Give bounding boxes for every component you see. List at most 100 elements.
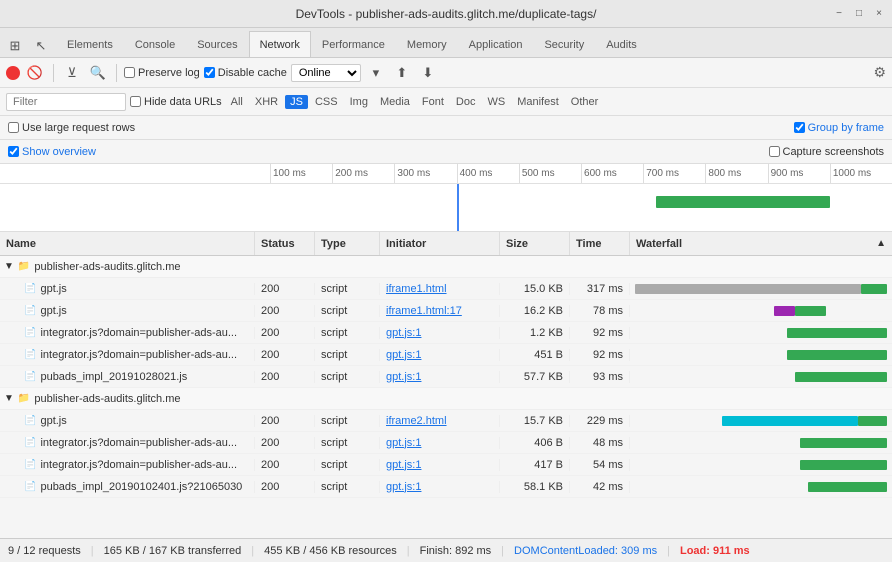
filter-all[interactable]: All (226, 95, 248, 109)
search-icon[interactable]: 🔍 (87, 62, 109, 84)
tab-security[interactable]: Security (533, 31, 595, 57)
filter-font[interactable]: Font (417, 95, 449, 109)
filter-ws[interactable]: WS (482, 95, 510, 109)
td-type: script (315, 371, 380, 383)
import-icon[interactable]: ⬆ (391, 62, 413, 84)
throttle-select[interactable]: Online Fast 3G Slow 3G Offline (291, 64, 361, 82)
tab-elements[interactable]: Elements (56, 31, 124, 57)
minimize-button[interactable]: − (832, 7, 846, 21)
filter-other[interactable]: Other (566, 95, 604, 109)
table-row[interactable]: 📄 pubads_impl_20191028021.js 200 script … (0, 366, 892, 388)
disable-cache-checkbox[interactable] (204, 67, 215, 78)
table-row[interactable]: 📄 integrator.js?domain=publisher-ads-au.… (0, 454, 892, 476)
file-icon: 📄 (24, 481, 36, 492)
td-initiator[interactable]: iframe1.html:17 (380, 305, 500, 317)
table-row[interactable]: 📄 integrator.js?domain=publisher-ads-au.… (0, 344, 892, 366)
filter-xhr[interactable]: XHR (250, 95, 283, 109)
td-initiator[interactable]: iframe2.html (380, 415, 500, 427)
large-rows-label[interactable]: Use large request rows (8, 122, 135, 134)
tab-application[interactable]: Application (458, 31, 534, 57)
tab-console[interactable]: Console (124, 31, 186, 57)
filter-input[interactable] (6, 93, 126, 111)
timeline-ruler: 100 ms 200 ms 300 ms 400 ms 500 ms 600 m… (0, 164, 892, 184)
filter-icon[interactable]: ⊻ (61, 62, 83, 84)
tab-audits[interactable]: Audits (595, 31, 648, 57)
preserve-log-label[interactable]: Preserve log (124, 67, 200, 79)
th-status[interactable]: Status (255, 232, 315, 255)
table-row[interactable]: 📄 gpt.js 200 script iframe2.html 15.7 KB… (0, 410, 892, 432)
th-initiator[interactable]: Initiator (380, 232, 500, 255)
filter-img[interactable]: Img (345, 95, 373, 109)
large-rows-text: Use large request rows (22, 122, 135, 134)
large-rows-checkbox[interactable] (8, 122, 19, 133)
ruler-spacer (0, 164, 270, 183)
filter-doc[interactable]: Doc (451, 95, 481, 109)
hide-data-urls-checkbox[interactable] (130, 96, 141, 107)
td-initiator[interactable]: gpt.js:1 (380, 459, 500, 471)
table-row[interactable]: 📄 integrator.js?domain=publisher-ads-au.… (0, 322, 892, 344)
td-status: 200 (255, 437, 315, 449)
export-icon[interactable]: ⬇ (417, 62, 439, 84)
group-header-1[interactable]: ▼ 📁 publisher-ads-audits.glitch.me (0, 256, 892, 278)
table-scroll[interactable]: ▼ 📁 publisher-ads-audits.glitch.me 📄 gpt… (0, 256, 892, 538)
disable-cache-label[interactable]: Disable cache (204, 67, 287, 79)
capture-screenshots-checkbox[interactable] (769, 146, 780, 157)
td-initiator[interactable]: gpt.js:1 (380, 327, 500, 339)
record-button[interactable] (6, 66, 20, 80)
hide-data-urls-label[interactable]: Hide data URLs (130, 96, 222, 108)
inspect-icon[interactable]: ↖ (30, 35, 52, 57)
td-initiator[interactable]: gpt.js:1 (380, 371, 500, 383)
tab-performance[interactable]: Performance (311, 31, 396, 57)
filter-css[interactable]: CSS (310, 95, 343, 109)
ruler-label: 100 ms (270, 164, 332, 183)
td-initiator[interactable]: gpt.js:1 (380, 349, 500, 361)
show-overview-label[interactable]: Show overview (8, 146, 96, 158)
group-by-frame-label[interactable]: Group by frame (794, 122, 884, 134)
ruler-label: 900 ms (768, 164, 830, 183)
filter-media[interactable]: Media (375, 95, 415, 109)
filter-manifest[interactable]: Manifest (512, 95, 564, 109)
tab-network[interactable]: Network (249, 31, 311, 57)
table-row[interactable]: 📄 gpt.js 200 script iframe1.html 15.0 KB… (0, 278, 892, 300)
td-initiator[interactable]: iframe1.html (380, 283, 500, 295)
maximize-button[interactable]: □ (852, 7, 866, 21)
td-time: 229 ms (570, 415, 630, 427)
th-type[interactable]: Type (315, 232, 380, 255)
td-initiator[interactable]: gpt.js:1 (380, 481, 500, 493)
table-row[interactable]: 📄 pubads_impl_20190102401.js?21065030 20… (0, 476, 892, 498)
td-status: 200 (255, 305, 315, 317)
td-initiator[interactable]: gpt.js:1 (380, 437, 500, 449)
td-time: 54 ms (570, 459, 630, 471)
td-name: 📄 gpt.js (0, 283, 255, 295)
filter-js[interactable]: JS (285, 95, 308, 109)
clear-button[interactable]: 🚫 (24, 62, 46, 84)
show-overview-checkbox[interactable] (8, 146, 19, 157)
td-status: 200 (255, 415, 315, 427)
file-icon: 📄 (24, 327, 36, 338)
ruler-label: 800 ms (705, 164, 767, 183)
td-type: script (315, 327, 380, 339)
group-by-frame-checkbox[interactable] (794, 122, 805, 133)
group-header-2[interactable]: ▼ 📁 publisher-ads-audits.glitch.me (0, 388, 892, 410)
tab-sources[interactable]: Sources (186, 31, 248, 57)
th-waterfall[interactable]: Waterfall ▲ (630, 232, 892, 255)
th-time[interactable]: Time (570, 232, 630, 255)
th-name[interactable]: Name (0, 232, 255, 255)
td-size: 58.1 KB (500, 481, 570, 493)
close-button[interactable]: × (872, 7, 886, 21)
table-row[interactable]: 📄 gpt.js 200 script iframe1.html:17 16.2… (0, 300, 892, 322)
capture-screenshots-label[interactable]: Capture screenshots (769, 146, 885, 158)
td-name: 📄 integrator.js?domain=publisher-ads-au.… (0, 437, 255, 449)
devtools-icon[interactable]: ⊞ (4, 35, 26, 57)
throttle-down-icon[interactable]: ▾ (365, 62, 387, 84)
wf-bar-green (800, 438, 886, 448)
table-row[interactable]: 📄 integrator.js?domain=publisher-ads-au.… (0, 432, 892, 454)
td-type: script (315, 415, 380, 427)
td-status: 200 (255, 349, 315, 361)
settings-icon[interactable]: ⚙ (873, 64, 886, 81)
separator2 (116, 64, 117, 82)
td-time: 92 ms (570, 349, 630, 361)
tab-memory[interactable]: Memory (396, 31, 458, 57)
preserve-log-checkbox[interactable] (124, 67, 135, 78)
th-size[interactable]: Size (500, 232, 570, 255)
